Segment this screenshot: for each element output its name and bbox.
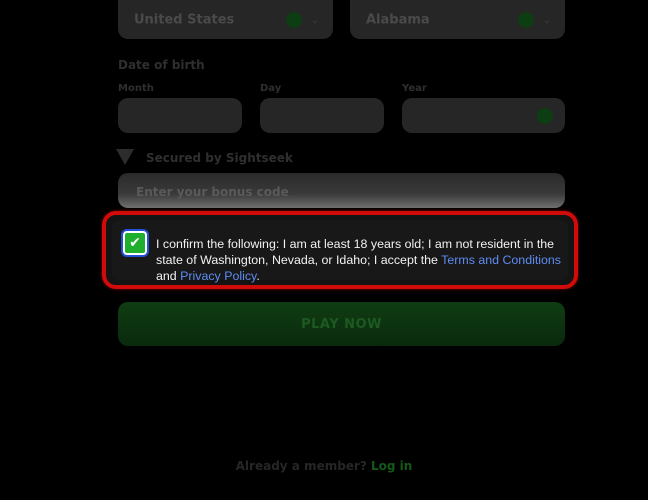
login-link[interactable]: Log in <box>371 459 412 473</box>
ok-dot-icon <box>537 107 553 124</box>
privacy-link[interactable]: Privacy Policy <box>180 269 256 283</box>
country-select-value: United States <box>134 12 235 27</box>
bonus-code-input[interactable]: Enter your bonus code <box>118 173 565 208</box>
state-select[interactable]: Alabama ⌄ <box>350 0 565 39</box>
age-consent-highlight: ✔ I confirm the following: I am at least… <box>102 211 578 289</box>
day-input[interactable] <box>260 98 384 133</box>
year-label: Year <box>402 83 427 94</box>
chevron-down-icon: ⌄ <box>310 11 321 26</box>
secured-by-label: Secured by Sightseek <box>146 151 293 165</box>
month-label: Month <box>118 83 154 94</box>
consent-text-middle: and <box>156 269 181 283</box>
month-input[interactable] <box>118 98 242 133</box>
triangle-logo-icon <box>116 149 134 165</box>
play-now-button[interactable]: PLAY NOW <box>118 302 565 346</box>
login-prompt: Already a member? Log in <box>0 459 648 473</box>
ok-dot-icon <box>518 11 534 28</box>
state-select-value: Alabama <box>366 12 430 27</box>
year-input[interactable] <box>402 98 565 133</box>
ok-dot-icon <box>286 11 302 28</box>
day-label: Day <box>260 83 282 94</box>
consent-checkbox[interactable]: ✔ <box>123 231 147 255</box>
consent-text-after: . <box>256 269 260 283</box>
age-consent-panel: ✔ I confirm the following: I am at least… <box>112 220 568 283</box>
check-icon: ✔ <box>129 235 141 251</box>
chevron-down-icon: ⌄ <box>542 11 553 26</box>
login-prompt-text: Already a member? <box>235 459 367 473</box>
dob-label: Date of birth <box>118 58 205 72</box>
country-select[interactable]: United States ⌄ <box>118 0 333 39</box>
consent-text: I confirm the following: I am at least 1… <box>156 236 576 284</box>
terms-link[interactable]: Terms and Conditions <box>441 253 561 267</box>
bonus-code-placeholder: Enter your bonus code <box>136 185 289 199</box>
